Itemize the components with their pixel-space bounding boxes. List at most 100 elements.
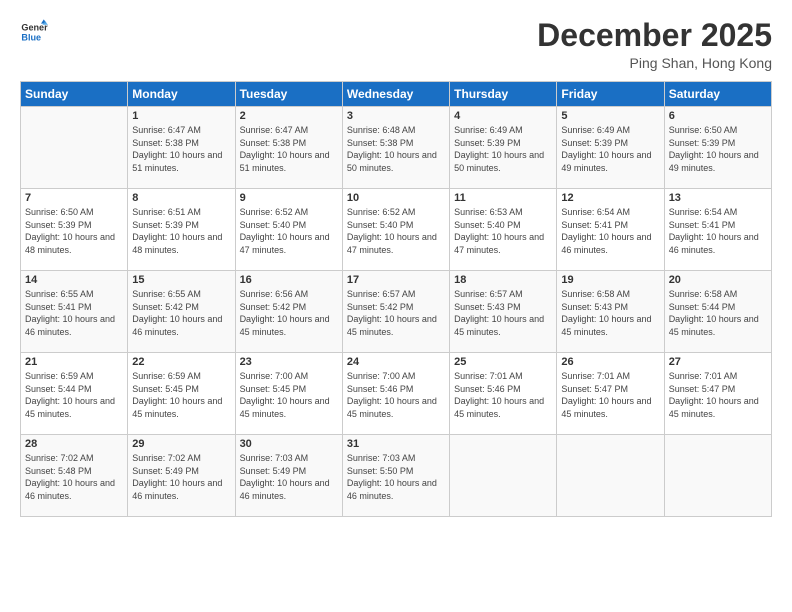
day-info: Sunrise: 7:00 AM Sunset: 5:46 PM Dayligh…	[347, 370, 445, 420]
day-number: 31	[347, 438, 445, 450]
col-header-sunday: Sunday	[21, 82, 128, 107]
day-number: 4	[454, 110, 552, 122]
calendar-page: General Blue December 2025 Ping Shan, Ho…	[0, 0, 792, 612]
col-header-wednesday: Wednesday	[342, 82, 449, 107]
col-header-friday: Friday	[557, 82, 664, 107]
day-info: Sunrise: 7:02 AM Sunset: 5:48 PM Dayligh…	[25, 452, 123, 502]
day-info: Sunrise: 7:01 AM Sunset: 5:47 PM Dayligh…	[561, 370, 659, 420]
day-info: Sunrise: 6:55 AM Sunset: 5:42 PM Dayligh…	[132, 288, 230, 338]
day-number: 2	[240, 110, 338, 122]
day-cell: 13 Sunrise: 6:54 AM Sunset: 5:41 PM Dayli…	[664, 189, 771, 271]
day-info: Sunrise: 6:52 AM Sunset: 5:40 PM Dayligh…	[347, 206, 445, 256]
day-cell: 17 Sunrise: 6:57 AM Sunset: 5:42 PM Dayli…	[342, 271, 449, 353]
day-cell: 3 Sunrise: 6:48 AM Sunset: 5:38 PM Daylig…	[342, 107, 449, 189]
day-cell	[21, 107, 128, 189]
day-cell: 4Sunrise: 6:49 AM Sunset: 5:39 PM Daylig…	[450, 107, 557, 189]
day-number: 28	[25, 438, 123, 450]
day-info: Sunrise: 6:53 AM Sunset: 5:40 PM Dayligh…	[454, 206, 552, 256]
day-info: Sunrise: 6:51 AM Sunset: 5:39 PM Dayligh…	[132, 206, 230, 256]
day-cell: 29Sunrise: 7:02 AM Sunset: 5:49 PM Dayli…	[128, 435, 235, 517]
day-cell: 14 Sunrise: 6:55 AM Sunset: 5:41 PM Dayli…	[21, 271, 128, 353]
day-number: 23	[240, 356, 338, 368]
day-info: Sunrise: 6:49 AM Sunset: 5:39 PM Dayligh…	[561, 124, 659, 174]
day-cell: 5 Sunrise: 6:49 AM Sunset: 5:39 PM Daylig…	[557, 107, 664, 189]
day-info: Sunrise: 6:56 AM Sunset: 5:42 PM Dayligh…	[240, 288, 338, 338]
day-cell: 31Sunrise: 7:03 AM Sunset: 5:50 PM Dayli…	[342, 435, 449, 517]
day-info: Sunrise: 7:03 AM Sunset: 5:49 PM Dayligh…	[240, 452, 338, 502]
day-cell: 19Sunrise: 6:58 AM Sunset: 5:43 PM Dayli…	[557, 271, 664, 353]
day-info: Sunrise: 6:58 AM Sunset: 5:43 PM Dayligh…	[561, 288, 659, 338]
day-info: Sunrise: 7:02 AM Sunset: 5:49 PM Dayligh…	[132, 452, 230, 502]
day-number: 24	[347, 356, 445, 368]
day-number: 14	[25, 274, 123, 286]
day-cell: 12 Sunrise: 6:54 AM Sunset: 5:41 PM Dayli…	[557, 189, 664, 271]
day-info: Sunrise: 6:52 AM Sunset: 5:40 PM Dayligh…	[240, 206, 338, 256]
day-number: 12	[561, 192, 659, 204]
week-row-3: 14 Sunrise: 6:55 AM Sunset: 5:41 PM Dayli…	[21, 271, 772, 353]
day-number: 3	[347, 110, 445, 122]
header-row: SundayMondayTuesdayWednesdayThursdayFrid…	[21, 82, 772, 107]
day-info: Sunrise: 6:47 AM Sunset: 5:38 PM Dayligh…	[132, 124, 230, 174]
day-cell: 25Sunrise: 7:01 AM Sunset: 5:46 PM Dayli…	[450, 353, 557, 435]
day-number: 6	[669, 110, 767, 122]
day-cell: 28 Sunrise: 7:02 AM Sunset: 5:48 PM Dayli…	[21, 435, 128, 517]
day-info: Sunrise: 6:57 AM Sunset: 5:42 PM Dayligh…	[347, 288, 445, 338]
week-row-4: 21 Sunrise: 6:59 AM Sunset: 5:44 PM Dayli…	[21, 353, 772, 435]
col-header-tuesday: Tuesday	[235, 82, 342, 107]
week-row-5: 28 Sunrise: 7:02 AM Sunset: 5:48 PM Dayli…	[21, 435, 772, 517]
logo: General Blue	[20, 18, 48, 46]
day-cell: 20Sunrise: 6:58 AM Sunset: 5:44 PM Dayli…	[664, 271, 771, 353]
day-cell: 9 Sunrise: 6:52 AM Sunset: 5:40 PM Daylig…	[235, 189, 342, 271]
day-number: 10	[347, 192, 445, 204]
day-cell: 6Sunrise: 6:50 AM Sunset: 5:39 PM Daylig…	[664, 107, 771, 189]
day-cell: 1 Sunrise: 6:47 AM Sunset: 5:38 PM Daylig…	[128, 107, 235, 189]
day-info: Sunrise: 6:50 AM Sunset: 5:39 PM Dayligh…	[25, 206, 123, 256]
day-cell	[664, 435, 771, 517]
day-info: Sunrise: 7:01 AM Sunset: 5:47 PM Dayligh…	[669, 370, 767, 420]
col-header-thursday: Thursday	[450, 82, 557, 107]
week-row-1: 1 Sunrise: 6:47 AM Sunset: 5:38 PM Daylig…	[21, 107, 772, 189]
day-info: Sunrise: 7:00 AM Sunset: 5:45 PM Dayligh…	[240, 370, 338, 420]
day-number: 27	[669, 356, 767, 368]
day-number: 21	[25, 356, 123, 368]
day-number: 17	[347, 274, 445, 286]
day-number: 9	[240, 192, 338, 204]
month-title: December 2025	[537, 18, 772, 53]
day-info: Sunrise: 6:59 AM Sunset: 5:45 PM Dayligh…	[132, 370, 230, 420]
day-number: 5	[561, 110, 659, 122]
day-number: 20	[669, 274, 767, 286]
day-cell	[557, 435, 664, 517]
day-info: Sunrise: 6:48 AM Sunset: 5:38 PM Dayligh…	[347, 124, 445, 174]
day-cell: 18 Sunrise: 6:57 AM Sunset: 5:43 PM Dayli…	[450, 271, 557, 353]
day-number: 18	[454, 274, 552, 286]
day-cell: 21 Sunrise: 6:59 AM Sunset: 5:44 PM Dayli…	[21, 353, 128, 435]
day-info: Sunrise: 6:54 AM Sunset: 5:41 PM Dayligh…	[561, 206, 659, 256]
day-cell: 8 Sunrise: 6:51 AM Sunset: 5:39 PM Daylig…	[128, 189, 235, 271]
day-cell: 24 Sunrise: 7:00 AM Sunset: 5:46 PM Dayli…	[342, 353, 449, 435]
day-number: 15	[132, 274, 230, 286]
day-cell	[450, 435, 557, 517]
day-info: Sunrise: 6:57 AM Sunset: 5:43 PM Dayligh…	[454, 288, 552, 338]
day-cell: 7 Sunrise: 6:50 AM Sunset: 5:39 PM Daylig…	[21, 189, 128, 271]
header: General Blue December 2025 Ping Shan, Ho…	[20, 18, 772, 71]
svg-text:Blue: Blue	[21, 32, 41, 42]
day-info: Sunrise: 6:55 AM Sunset: 5:41 PM Dayligh…	[25, 288, 123, 338]
day-number: 13	[669, 192, 767, 204]
title-block: December 2025 Ping Shan, Hong Kong	[537, 18, 772, 71]
day-number: 30	[240, 438, 338, 450]
day-info: Sunrise: 6:54 AM Sunset: 5:41 PM Dayligh…	[669, 206, 767, 256]
day-number: 7	[25, 192, 123, 204]
day-number: 11	[454, 192, 552, 204]
day-number: 1	[132, 110, 230, 122]
calendar-table: SundayMondayTuesdayWednesdayThursdayFrid…	[20, 81, 772, 517]
day-info: Sunrise: 6:59 AM Sunset: 5:44 PM Dayligh…	[25, 370, 123, 420]
day-cell: 23 Sunrise: 7:00 AM Sunset: 5:45 PM Dayli…	[235, 353, 342, 435]
col-header-saturday: Saturday	[664, 82, 771, 107]
day-number: 8	[132, 192, 230, 204]
day-cell: 27 Sunrise: 7:01 AM Sunset: 5:47 PM Dayli…	[664, 353, 771, 435]
day-cell: 16Sunrise: 6:56 AM Sunset: 5:42 PM Dayli…	[235, 271, 342, 353]
day-number: 22	[132, 356, 230, 368]
day-info: Sunrise: 6:47 AM Sunset: 5:38 PM Dayligh…	[240, 124, 338, 174]
week-row-2: 7 Sunrise: 6:50 AM Sunset: 5:39 PM Daylig…	[21, 189, 772, 271]
location: Ping Shan, Hong Kong	[537, 55, 772, 71]
